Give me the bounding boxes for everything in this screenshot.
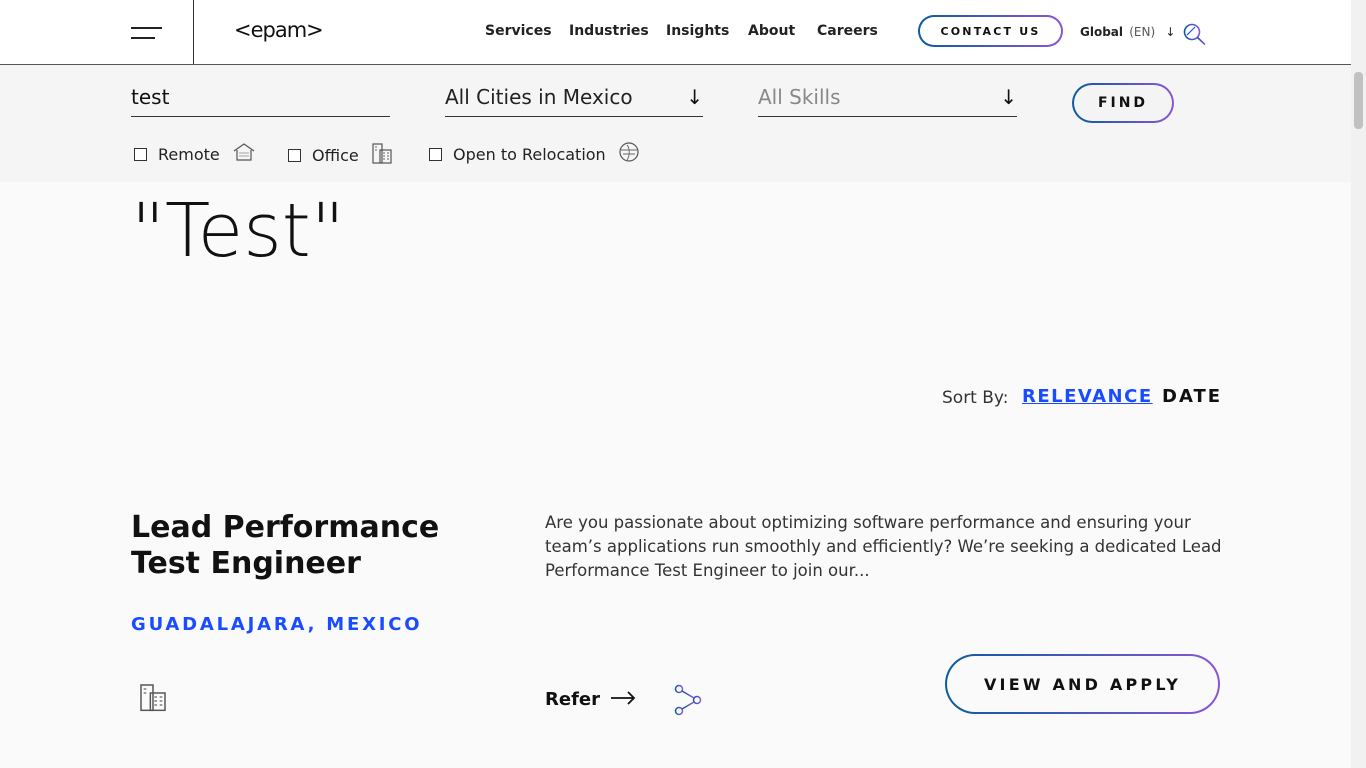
share-icon[interactable] (673, 684, 703, 720)
nav-services[interactable]: Services (485, 23, 552, 39)
sort-label: Sort By: (942, 388, 1009, 408)
remote-checkbox[interactable]: Remote (134, 141, 256, 167)
keyword-field[interactable] (131, 81, 390, 117)
search-icon[interactable] (1182, 22, 1208, 50)
epam-logo[interactable]: <epam> (234, 18, 324, 42)
relocation-icon (618, 141, 640, 167)
site-header: <epam> Services Industries Insights Abou… (0, 0, 1351, 65)
nav-about[interactable]: About (748, 23, 795, 39)
job-title[interactable]: Lead Performance Test Engineer (131, 510, 451, 582)
skills-select[interactable]: All Skills ↓ (758, 81, 1017, 117)
region-selector[interactable]: Global (EN) ↓ (1080, 25, 1175, 39)
page-scrollbar[interactable] (1351, 0, 1366, 768)
nav-careers[interactable]: Careers (817, 23, 878, 39)
arrow-down-icon: ↓ (1165, 25, 1176, 39)
view-and-apply-button[interactable]: VIEW AND APPLY (945, 654, 1220, 714)
checkbox-box[interactable] (134, 147, 147, 161)
location-select[interactable]: All Cities in Mexico ↓ (445, 81, 703, 117)
region-label: Global (1080, 25, 1124, 39)
job-location[interactable]: GUADALAJARA, MEXICO (131, 614, 422, 635)
find-button[interactable]: FIND (1072, 83, 1174, 123)
skills-select-placeholder: All Skills (758, 85, 841, 109)
sort-relevance-link[interactable]: RELEVANCE (1022, 386, 1153, 407)
checkbox-box[interactable] (429, 147, 442, 161)
relocation-checkbox[interactable]: Open to Relocation (429, 141, 640, 167)
refer-link[interactable]: Refer (545, 689, 636, 710)
header-divider (193, 0, 194, 64)
arrow-down-icon: ↓ (686, 85, 703, 109)
refer-label: Refer (545, 689, 600, 710)
nav-insights[interactable]: Insights (666, 23, 729, 39)
remote-label: Remote (158, 144, 220, 164)
location-select-value: All Cities in Mexico (445, 85, 633, 109)
hamburger-icon[interactable] (131, 24, 163, 42)
scrollbar-thumb[interactable] (1354, 72, 1363, 129)
job-description: Are you passionate about optimizing soft… (545, 513, 1222, 580)
checkbox-box[interactable] (288, 148, 301, 162)
sort-date-link[interactable]: DATE (1162, 386, 1222, 407)
arrow-down-icon: ↓ (1000, 85, 1017, 109)
office-label: Office (312, 145, 359, 165)
office-building-icon (371, 141, 393, 169)
arrow-right-icon (610, 689, 636, 710)
home-icon (232, 141, 256, 167)
page-title: "Test" (131, 188, 345, 274)
language-label: (EN) (1129, 25, 1156, 39)
office-building-icon (137, 681, 169, 717)
relocation-label: Open to Relocation (453, 144, 606, 164)
job-search-filters: All Cities in Mexico ↓ All Skills ↓ FIND… (0, 65, 1351, 182)
nav-industries[interactable]: Industries (569, 23, 649, 39)
contact-us-button[interactable]: CONTACT US (918, 15, 1063, 47)
keyword-input[interactable] (131, 85, 390, 109)
office-checkbox[interactable]: Office (288, 141, 393, 169)
